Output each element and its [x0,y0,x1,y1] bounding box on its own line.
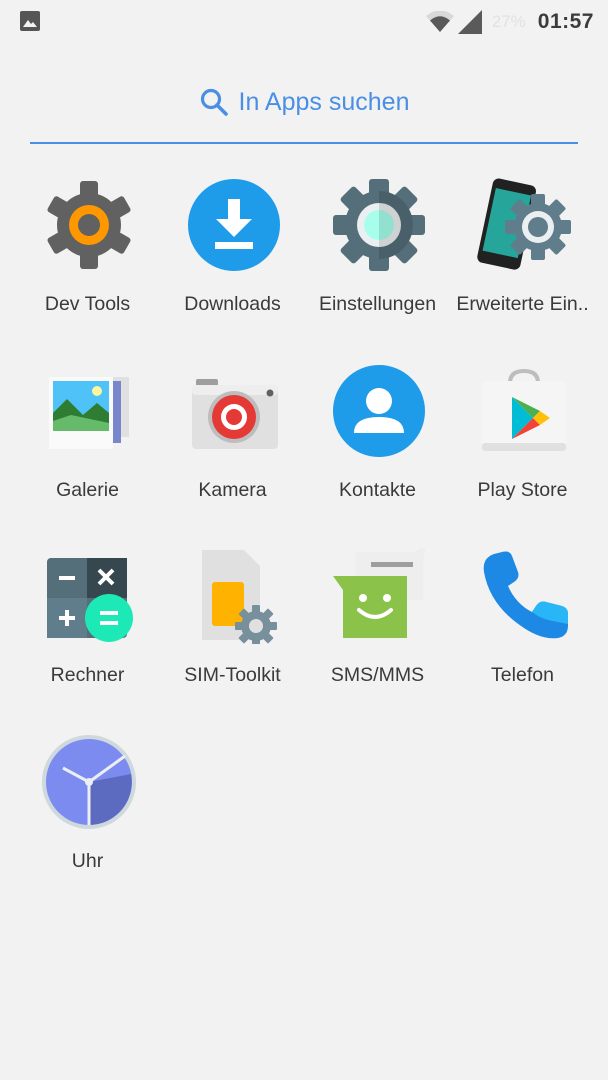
app-label: Kontakte [339,479,416,501]
gallery-icon [20,11,40,31]
app-label: Galerie [56,479,119,501]
app-label: Play Store [477,479,568,501]
advanced-settings-icon [477,178,571,270]
app-label: Downloads [184,293,281,315]
phone-icon [483,551,568,639]
sim-toolkit-icon [202,550,277,644]
battery-percentage: 27% [491,12,526,31]
app-clock[interactable]: Uhr [15,722,160,892]
search-icon [200,88,228,116]
app-camera[interactable]: Kamera [160,351,305,521]
downloads-icon [188,179,280,271]
camera-icon [192,379,278,449]
search-placeholder: In Apps suchen [238,87,410,116]
gallery-icon [49,377,129,449]
app-label: Telefon [491,664,554,686]
clock-icon [42,735,136,829]
calculator-icon [47,558,133,642]
app-label: SMS/MMS [330,664,425,686]
app-label: Dev Tools [44,293,131,315]
app-sim-toolkit[interactable]: SIM-Toolkit [160,536,305,706]
dev-tools-icon [47,181,131,269]
app-search-bar[interactable]: In Apps suchen [30,72,578,144]
app-downloads[interactable]: Downloads [160,165,305,335]
app-dev-tools[interactable]: Dev Tools [15,165,160,335]
signal-icon [457,10,482,34]
wifi-icon [425,11,454,32]
app-label: Kamera [198,479,267,501]
play-store-icon [482,368,566,451]
clock-time: 01:57 [537,10,594,33]
app-label: Erweiterte Ein.. [456,293,589,315]
app-messaging[interactable]: SMS/MMS [305,536,450,706]
status-bar: 27% 01:57 [0,0,608,44]
app-contacts[interactable]: Kontakte [305,351,450,521]
app-phone[interactable]: Telefon [450,536,595,706]
app-label: Einstellungen [318,293,437,315]
app-gallery[interactable]: Galerie [15,351,160,521]
contacts-icon [333,365,425,457]
app-settings[interactable]: Einstellungen [305,165,450,335]
app-calculator[interactable]: Rechner [15,536,160,706]
app-play-store[interactable]: Play Store [450,351,595,521]
app-advanced-settings[interactable]: Erweiterte Ein.. [450,165,595,335]
app-label: Uhr [71,850,104,872]
messaging-icon [333,548,426,638]
settings-icon [333,179,425,271]
app-label: Rechner [50,664,125,686]
app-label: SIM-Toolkit [184,664,281,686]
